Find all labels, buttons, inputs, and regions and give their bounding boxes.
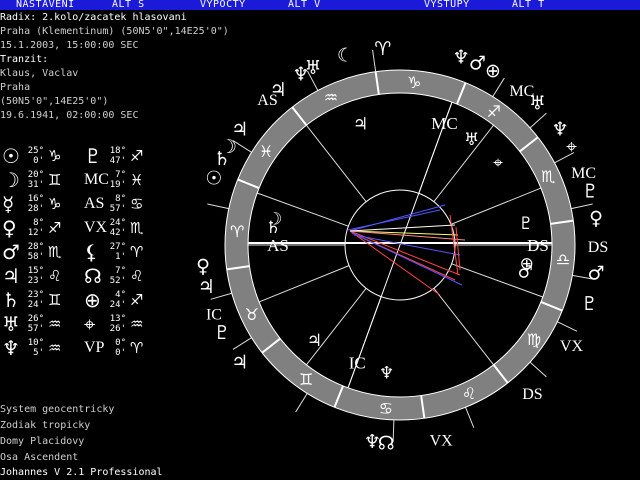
ring-sign-9: ♑ [407, 73, 421, 92]
outer-label-7: ⊕ [485, 60, 501, 82]
outer-label-30: MC [509, 83, 534, 100]
outer-label-15: ♃ [198, 276, 215, 298]
outer-label-1: AS [257, 92, 277, 109]
outer-label-9: ☉ [205, 167, 222, 189]
ring-sign-5: ♍ [527, 330, 541, 349]
house-cusp-10 [433, 288, 494, 366]
outer-label-12: ♇ [214, 322, 231, 344]
outer-label-6: ♂ [469, 53, 486, 75]
radix-planet-6: ⊕ [520, 254, 534, 274]
axis-label-as: AS [267, 236, 289, 255]
transit-tick-10 [295, 393, 308, 413]
transit-tick-12 [465, 407, 475, 428]
transit-tick-9 [232, 337, 252, 350]
outer-label-21: VX [560, 338, 584, 355]
transit-tick-2 [529, 112, 547, 129]
outer-label-4: ☾ [337, 45, 354, 67]
radix-planet-2: ♅ [464, 130, 479, 150]
outer-label-26: ♇ [582, 180, 599, 202]
outer-label-16: ♃ [231, 351, 248, 373]
outer-label-13: IC [206, 307, 222, 324]
outer-label-25: ♂ [588, 263, 605, 285]
radix-planet-7: ♇ [518, 214, 533, 234]
ring-sign-1: ♉ [245, 305, 259, 324]
ring-sign-11: ♓ [259, 142, 273, 161]
outer-label-18: ☊ [378, 433, 395, 455]
outer-label-19: VX [430, 433, 454, 450]
ring-sign-6: ♎ [556, 250, 570, 269]
ring-sign-4: ♌ [462, 384, 476, 403]
axis-label-ic: IC [349, 353, 366, 372]
outer-label-24: ♀ [589, 207, 603, 229]
horoscope-wheel: ♈♉♊♋♌♍♎♏♐♑♒♓AS DSMCIC♃AS♆♅☾ ♈♂ ⊕♃☉☽♄♇IC♀♃♃♆… [196, 38, 608, 455]
outer-label-5: ♈ [374, 38, 391, 60]
transit-tick-7 [207, 203, 229, 210]
radix-planet-4: ♄ [266, 218, 281, 238]
ring-sign-2: ♊ [299, 370, 313, 389]
outer-label-11: ♄ [214, 148, 231, 170]
ring-sign-10: ♒ [324, 88, 338, 107]
radix-planet-0: ♃ [353, 114, 368, 134]
ring-sign-3: ♋ [379, 399, 393, 418]
ring-sign-0: ♈ [230, 222, 244, 241]
radix-planet-9: ♃ [307, 331, 322, 351]
axis-label-mc: MC [431, 114, 457, 133]
outer-label-22: ♇ [581, 293, 598, 315]
house-cusp-4 [306, 124, 367, 202]
outer-label-3: ♅ [305, 57, 322, 79]
radix-planet-8: ♆ [379, 363, 394, 383]
axis-label-ds: DS [527, 236, 549, 255]
outer-label-14: ♀ [196, 256, 210, 278]
radix-planet-1: ⌖ [493, 154, 503, 174]
transit-tick-13 [529, 361, 547, 378]
outer-label-31: ♆ [552, 119, 569, 141]
outer-label-20: DS [522, 386, 542, 403]
outer-label-23: DS [588, 239, 608, 256]
outer-label-27: MC [571, 165, 596, 182]
house-cusp-7 [258, 265, 350, 303]
ring-sign-8: ♐ [487, 102, 501, 121]
ring-sign-7: ♏ [541, 167, 555, 186]
transit-tick-14 [557, 321, 578, 332]
outer-label-32: ♆ [453, 47, 470, 69]
